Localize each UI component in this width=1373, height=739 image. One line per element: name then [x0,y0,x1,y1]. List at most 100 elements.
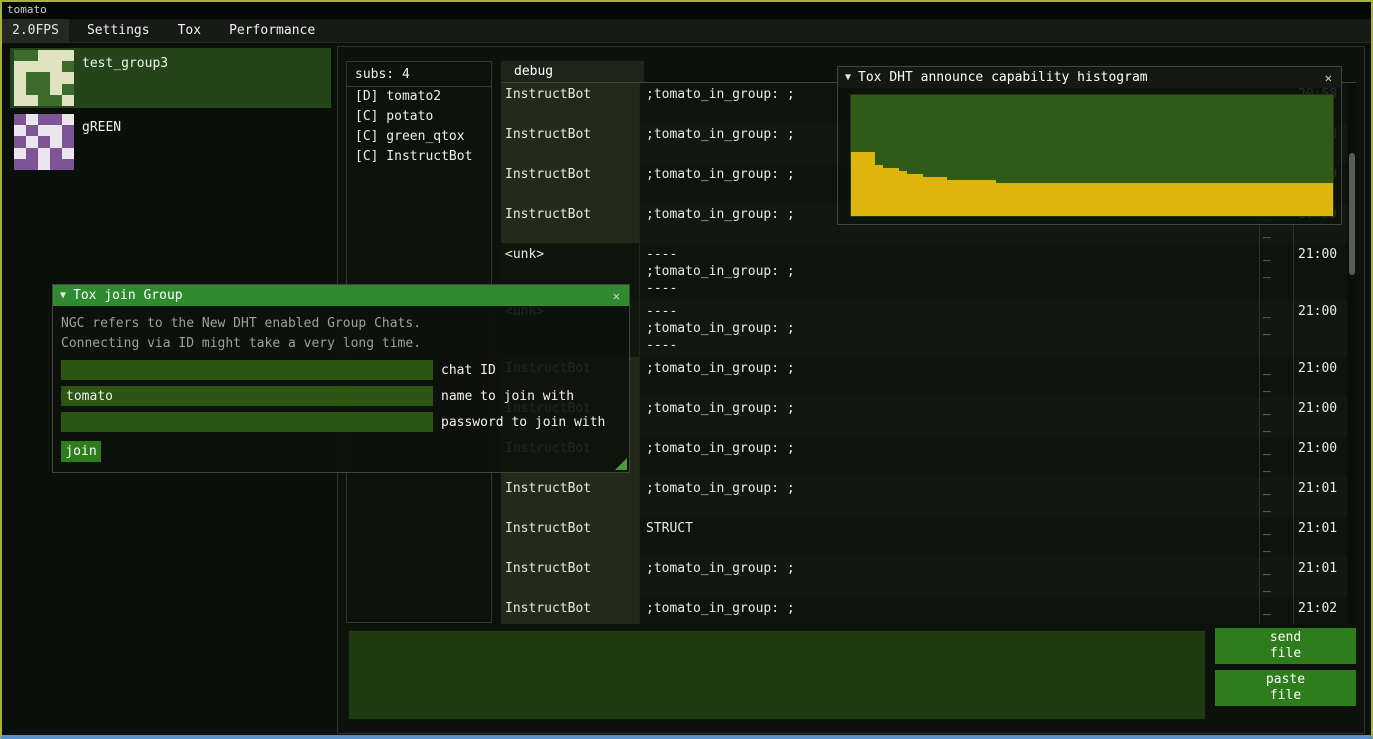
histogram-bar [899,171,907,216]
close-icon[interactable]: ✕ [611,289,622,303]
avatar-pixel [50,84,62,95]
tab-debug[interactable]: debug [501,61,644,82]
window-title: tomato [7,3,47,16]
join-button[interactable]: join [61,441,101,462]
avatar-pixel [14,95,26,106]
message-text: ----;tomato_in_group: ;---- [639,243,1259,300]
avatar-pixel [38,84,50,95]
message-timestamp: 21:00 [1293,437,1347,477]
avatar-pixel [62,159,74,170]
histogram-bar [1140,183,1148,216]
avatar-pixel [26,50,38,61]
avatar-pixel [50,61,62,72]
avatar-pixel [62,84,74,95]
histogram-bar [1004,183,1012,216]
join-field-label: name to join with [441,389,574,404]
avatar-pixel [50,159,62,170]
menu-tox[interactable]: Tox [164,19,215,42]
group-item[interactable]: gREEN [10,112,331,172]
titlebar: tomato [2,2,1371,19]
avatar-pixel [50,148,62,159]
avatar-pixel [50,72,62,83]
paste-file-button[interactable]: paste file [1215,670,1356,706]
histogram-bar [1204,183,1212,216]
histogram-bar [1164,183,1172,216]
menubar: 2.0FPS SettingsToxPerformance [2,19,1371,43]
avatar-pixel [26,72,38,83]
avatar-pixel [50,95,62,106]
member-list: [D] tomato2[C] potato[C] green_qtox[C] I… [347,87,491,167]
send-file-button[interactable]: send file [1215,628,1356,664]
histogram-bar [980,180,988,216]
menu-settings[interactable]: Settings [73,19,164,42]
chat-scrollbar[interactable] [1348,83,1356,624]
join-group-window: ▼ Tox join Group ✕ NGC refers to the New… [52,284,630,473]
message-line: ---- [646,337,1253,354]
avatar-pixel [38,95,50,106]
join-info: NGC refers to the New DHT enabled Group … [61,314,621,354]
message-timestamp: 21:01 [1293,477,1347,517]
join-name-input[interactable] [61,386,433,406]
histogram-bar [1293,183,1301,216]
join-password-input[interactable] [61,412,433,432]
group-item[interactable]: test_group3 [10,48,331,108]
member-item[interactable]: [D] tomato2 [347,87,491,107]
chat-message-row[interactable]: InstructBot;tomato_in_group: ;_ _21:01 [501,557,1347,597]
histogram-bar [1100,183,1108,216]
chat-message-row[interactable]: InstructBot;tomato_in_group: ;_ _21:01 [501,477,1347,517]
member-item[interactable]: [C] potato [347,107,491,127]
message-flags: _ _ [1259,437,1293,477]
avatar-pixel [14,159,26,170]
histogram-bar [1020,183,1028,216]
menu-performance[interactable]: Performance [215,19,329,42]
histogram-bar [963,180,971,216]
avatar-pixel [62,148,74,159]
histogram-bar [1220,183,1228,216]
message-flags: _ _ [1259,517,1293,557]
resize-grip-icon[interactable] [615,458,627,470]
collapse-icon[interactable]: ▼ [845,72,851,83]
message-timestamp: 21:00 [1293,300,1347,357]
avatar-pixel [38,125,50,136]
avatar-pixel [26,61,38,72]
histogram-window-titlebar[interactable]: ▼ Tox DHT announce capability histogram … [838,67,1341,88]
peer-name: InstructBot [501,203,639,243]
histogram-bar [1309,183,1317,216]
join-window-titlebar[interactable]: ▼ Tox join Group ✕ [53,285,629,306]
avatar-pixel [38,148,50,159]
histogram-bar [1036,183,1044,216]
peer-name: InstructBot [501,477,639,517]
message-flags: _ _ [1259,300,1293,357]
histogram-bar [923,177,931,216]
chat-id-input[interactable] [61,360,433,380]
histogram-bar [1108,183,1116,216]
join-info-text: NGC refers to the New DHT enabled Group … [61,314,621,334]
histogram-bar [915,174,923,216]
member-item[interactable]: [C] green_qtox [347,127,491,147]
histogram-window: ▼ Tox DHT announce capability histogram … [837,66,1342,225]
join-window-title: Tox join Group [73,288,183,303]
scrollbar-thumb[interactable] [1349,153,1355,275]
chat-message-row[interactable]: InstructBotSTRUCT_ _21:01 [501,517,1347,557]
avatar-pixel [50,125,62,136]
histogram-bar [1325,183,1333,216]
histogram-bar [1052,183,1060,216]
close-icon[interactable]: ✕ [1323,71,1334,85]
histogram-bar [1044,183,1052,216]
histogram-bar [996,183,1004,216]
collapse-icon[interactable]: ▼ [60,290,66,301]
message-timestamp: 21:02 [1293,597,1347,624]
peer-name: InstructBot [501,597,639,624]
message-flags: _ _ [1259,557,1293,597]
message-line: ---- [646,303,1253,320]
message-timestamp: 21:01 [1293,517,1347,557]
histogram-bar [1188,183,1196,216]
histogram-bar [931,177,939,216]
member-item[interactable]: [C] InstructBot [347,147,491,167]
message-input[interactable] [348,630,1206,720]
avatar-pixel [62,125,74,136]
message-flags: _ _ [1259,357,1293,397]
histogram-bar [1196,183,1204,216]
histogram-bar [1317,183,1325,216]
chat-message-row[interactable]: InstructBot;tomato_in_group: ;_ _21:02 [501,597,1347,624]
